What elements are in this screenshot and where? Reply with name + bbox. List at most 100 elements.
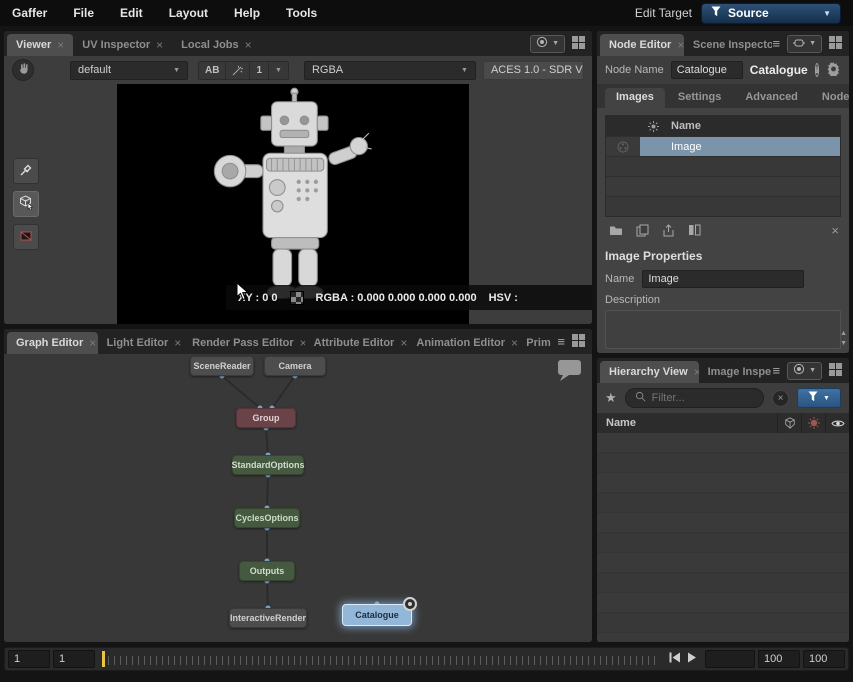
subtab-node[interactable]: Node (811, 88, 849, 108)
layout-grid-icon[interactable] (572, 36, 585, 52)
close-icon[interactable]: × (174, 337, 181, 349)
tab-local-jobs[interactable]: Local Jobs × (172, 34, 260, 56)
edit-target-source-dropdown[interactable]: Source ▼ (701, 3, 841, 24)
subtab-settings[interactable]: Settings (667, 88, 732, 108)
view-target-dropdown[interactable]: ▼ (530, 35, 565, 53)
node-standardoptions[interactable]: StandardOptions (232, 455, 304, 475)
node-name-input[interactable] (671, 61, 743, 79)
tab-image-inspector[interactable]: Image Inspe (699, 361, 773, 383)
close-icon[interactable]: × (156, 39, 163, 51)
tab-graph-editor[interactable]: Graph Editor × (7, 332, 98, 354)
geometry-cube-icon[interactable] (777, 413, 801, 433)
node-group[interactable]: Group (236, 408, 296, 428)
close-icon[interactable]: × (57, 39, 64, 51)
node-follow-dropdown[interactable]: ▼ (787, 35, 822, 53)
pan-tool-button[interactable] (12, 59, 34, 81)
image-name-input[interactable] (642, 270, 804, 288)
view-selector-dropdown[interactable]: default ▼ (70, 61, 188, 80)
light-icon[interactable] (801, 413, 825, 433)
viewer-viewport[interactable]: XY : 0 0 RGBA : 0.000 0.000 0.000 0.000 … (4, 84, 592, 324)
layout-grid-icon[interactable] (829, 36, 842, 52)
frame-ruler[interactable] (98, 648, 661, 670)
catalogue-output-badge-icon[interactable] (403, 597, 417, 611)
wand-icon[interactable] (226, 62, 250, 79)
tab-uv-inspector[interactable]: UV Inspector × (73, 34, 172, 56)
skip-to-start-icon[interactable] (669, 652, 681, 666)
display-transform-dropdown[interactable]: ACES 1.0 - SDR Video (483, 61, 584, 80)
scroll-up-icon[interactable]: ▲ (840, 330, 847, 337)
visibility-eye-icon[interactable] (825, 413, 849, 433)
tab-scene-inspector[interactable]: Scene Inspecto (684, 34, 773, 56)
menu-tools[interactable]: Tools (286, 6, 317, 20)
tab-viewer[interactable]: Viewer × (7, 34, 73, 56)
panel-menu-icon[interactable]: ≡ (772, 363, 780, 378)
playback-end-field[interactable] (758, 650, 800, 668)
menu-help[interactable]: Help (234, 6, 260, 20)
menu-edit[interactable]: Edit (120, 6, 143, 20)
scrollbar[interactable]: ▲ ▼ (840, 330, 847, 347)
layout-grid-icon[interactable] (829, 363, 842, 379)
annotation-bubble-icon[interactable] (557, 359, 582, 385)
tab-attribute-editor[interactable]: Attribute Editor × (305, 332, 408, 354)
menu-layout[interactable]: Layout (169, 6, 208, 20)
chevron-down-icon[interactable]: ▼ (269, 62, 288, 79)
pin-column-icon[interactable] (640, 116, 666, 136)
node-scenereader[interactable]: SceneReader (190, 356, 254, 376)
crop-window-tool-button[interactable] (13, 224, 39, 250)
filter-funnel-dropdown[interactable]: ▼ (797, 388, 841, 408)
channel-selector-dropdown[interactable]: RGBA ▼ (304, 61, 476, 80)
node-cyclesoptions[interactable]: CyclesOptions (234, 508, 300, 528)
bookmark-star-icon[interactable]: ★ (605, 390, 617, 406)
current-frame-marker[interactable] (102, 651, 105, 667)
duplicate-icon[interactable] (633, 222, 651, 238)
close-icon[interactable]: × (677, 39, 684, 51)
graph-canvas[interactable]: SceneReader Camera Group StandardOptions… (4, 354, 592, 642)
tab-hierarchy-view[interactable]: Hierarchy View × (600, 361, 699, 383)
remove-image-icon[interactable]: × (831, 224, 839, 237)
node-interactiverender[interactable]: InteractiveRender (229, 608, 307, 628)
close-icon[interactable]: × (245, 39, 252, 51)
scroll-down-icon[interactable]: ▼ (840, 340, 847, 347)
panel-menu-icon[interactable]: ≡ (557, 334, 565, 349)
close-icon[interactable]: × (694, 366, 699, 378)
selection-tool-button[interactable] (13, 191, 39, 217)
name-column-header[interactable]: Name (666, 116, 840, 136)
exposure-value[interactable]: 1 (250, 62, 269, 79)
play-icon[interactable] (687, 652, 697, 666)
compare-ab-button[interactable]: AB (199, 62, 226, 79)
close-icon[interactable]: × (400, 337, 407, 349)
current-frame-field[interactable] (53, 650, 95, 668)
panel-menu-icon[interactable]: ≡ (772, 36, 780, 51)
range-start-field[interactable] (8, 650, 50, 668)
clear-filter-icon[interactable]: × (772, 390, 789, 407)
info-icon[interactable]: i (815, 63, 820, 77)
tab-animation-editor[interactable]: Animation Editor × (407, 332, 517, 354)
node-catalogue-selected[interactable]: Catalogue (342, 604, 412, 626)
layout-grid-icon[interactable] (572, 334, 585, 350)
export-icon[interactable] (659, 222, 677, 238)
name-column-header[interactable]: Name (606, 417, 636, 429)
subtab-advanced[interactable]: Advanced (734, 88, 809, 108)
gear-icon[interactable] (826, 61, 841, 79)
color-picker-tool-button[interactable] (13, 158, 39, 184)
close-icon[interactable]: × (89, 337, 96, 349)
folder-icon[interactable] (607, 222, 625, 238)
close-icon[interactable]: × (300, 337, 305, 349)
subtab-images[interactable]: Images (605, 88, 665, 108)
columns-icon[interactable] (685, 222, 703, 238)
tab-light-editor[interactable]: Light Editor × (98, 332, 184, 354)
menu-gaffer[interactable]: Gaffer (12, 6, 47, 20)
tab-node-editor[interactable]: Node Editor × (600, 34, 684, 56)
filter-search-field[interactable] (625, 388, 764, 408)
range-end-field[interactable] (803, 650, 845, 668)
frame-entry-field[interactable] (705, 650, 755, 668)
scene-target-dropdown[interactable]: ▼ (787, 362, 822, 380)
image-row-selected[interactable]: Image (606, 136, 840, 156)
node-outputs[interactable]: Outputs (239, 561, 295, 581)
tab-render-pass-editor[interactable]: Render Pass Editor × (183, 332, 305, 354)
node-camera[interactable]: Camera (264, 356, 326, 376)
filter-input[interactable] (652, 392, 754, 404)
description-textarea[interactable] (605, 310, 841, 349)
menu-file[interactable]: File (73, 6, 94, 20)
tab-primitive-inspector[interactable]: Prim (517, 332, 557, 354)
